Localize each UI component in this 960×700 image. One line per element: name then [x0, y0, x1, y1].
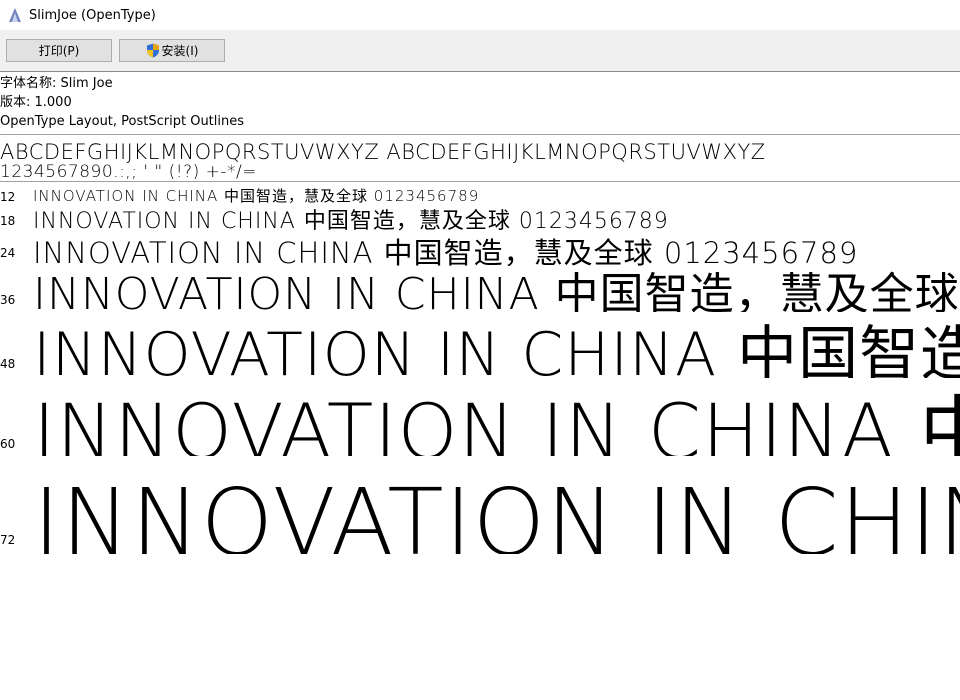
- divider: [0, 181, 960, 182]
- font-info: 字体名称: Slim Joe 版本: 1.000 OpenType Layout…: [0, 74, 960, 131]
- window-title: SlimJoe (OpenType): [29, 7, 156, 23]
- charset-letters: ABCDEFGHIJKLMNOPQRSTUVWXYZ ABCDEFGHIJKLM…: [0, 140, 766, 164]
- size-label: 60: [0, 437, 16, 451]
- charset-digits-symbols: 1234567890.:,; ' " (!?) +-*/=: [0, 163, 257, 181]
- sample-row-36: 36 INNOVATION IN CHINA 中国智造，慧及全球 0123456…: [0, 262, 960, 312]
- install-button-label: 安装(I): [161, 44, 199, 58]
- font-app-icon: [9, 8, 21, 22]
- divider: [0, 134, 960, 135]
- sample-row-24: 24 INNOVATION IN CHINA 中国智造，慧及全球 0123456…: [0, 230, 960, 266]
- sample-row-60: 60 INNOVATION IN CHINA 中国智造，慧及全球 0123456…: [0, 380, 960, 456]
- font-name-line: 字体名称: Slim Joe: [0, 76, 113, 91]
- print-button[interactable]: 打印(P): [6, 39, 112, 62]
- sample-text: INNOVATION IN CHINA 中国智造，慧及全球 0123456789: [33, 236, 859, 266]
- size-label: 72: [0, 533, 16, 547]
- sample-row-18: 18 INNOVATION IN CHINA 中国智造，慧及全球 0123456…: [0, 203, 960, 233]
- size-label: 48: [0, 357, 16, 371]
- title-bar: SlimJoe (OpenType): [0, 0, 960, 30]
- size-label: 12: [0, 190, 16, 204]
- sample-text: INNOVATION IN CHINA 中国智造，慧及全球 0123456789: [33, 469, 960, 554]
- font-version-line: 版本: 1.000: [0, 95, 72, 110]
- install-button[interactable]: 安装(I): [119, 39, 225, 62]
- sample-text: INNOVATION IN CHINA 中国智造，慧及全球 0123456789: [33, 387, 960, 456]
- sample-text: INNOVATION IN CHINA 中国智造，慧及全球 0123456789: [33, 209, 669, 233]
- sample-text: INNOVATION IN CHINA 中国智造，慧及全球 0123456789: [33, 320, 960, 378]
- size-label: 36: [0, 293, 16, 307]
- shield-icon: [146, 43, 159, 58]
- size-label: 24: [0, 246, 16, 260]
- sample-row-48: 48 INNOVATION IN CHINA 中国智造，慧及全球 0123456…: [0, 312, 960, 378]
- size-label: 18: [0, 214, 16, 228]
- toolbar: 打印(P) 安装(I): [0, 30, 960, 72]
- sample-row-72: 72 INNOVATION IN CHINA 中国智造，慧及全球 0123456…: [0, 460, 960, 554]
- print-button-label: 打印(P): [38, 44, 80, 58]
- font-format-line: OpenType Layout, PostScript Outlines: [0, 114, 245, 129]
- sample-text: INNOVATION IN CHINA 中国智造，慧及全球 0123456789: [33, 269, 960, 312]
